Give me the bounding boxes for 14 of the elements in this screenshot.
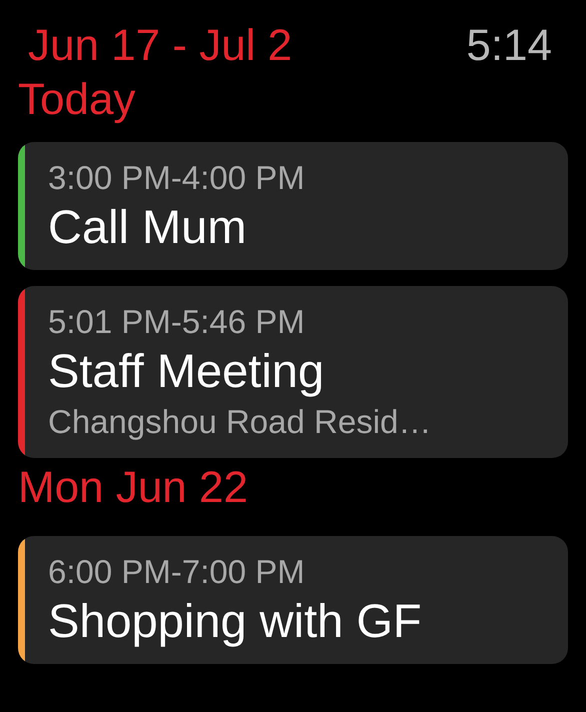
event-card[interactable]: 6:00 PM-7:00 PM Shopping with GF — [18, 536, 568, 664]
event-time: 5:01 PM-5:46 PM — [48, 302, 305, 342]
event-time: 6:00 PM-7:00 PM — [48, 552, 305, 592]
date-range: Jun 17 - Jul 2 — [28, 24, 292, 68]
event-title: Shopping with GF — [48, 593, 422, 649]
event-card[interactable]: 3:00 PM-4:00 PM Call Mum — [18, 142, 568, 270]
event-card[interactable]: 5:01 PM-5:46 PM Staff Meeting Changshou Road Resid… — [18, 286, 568, 458]
clock-time: 5:14 — [466, 24, 552, 68]
event-location: Changshou Road Resid… — [48, 402, 432, 442]
event-title: Call Mum — [48, 199, 246, 255]
event-time: 3:00 PM-4:00 PM — [48, 158, 305, 198]
event-title: Staff Meeting — [48, 343, 324, 399]
section-heading: Mon Jun 22 — [18, 466, 248, 510]
section-heading: Today — [18, 78, 136, 122]
